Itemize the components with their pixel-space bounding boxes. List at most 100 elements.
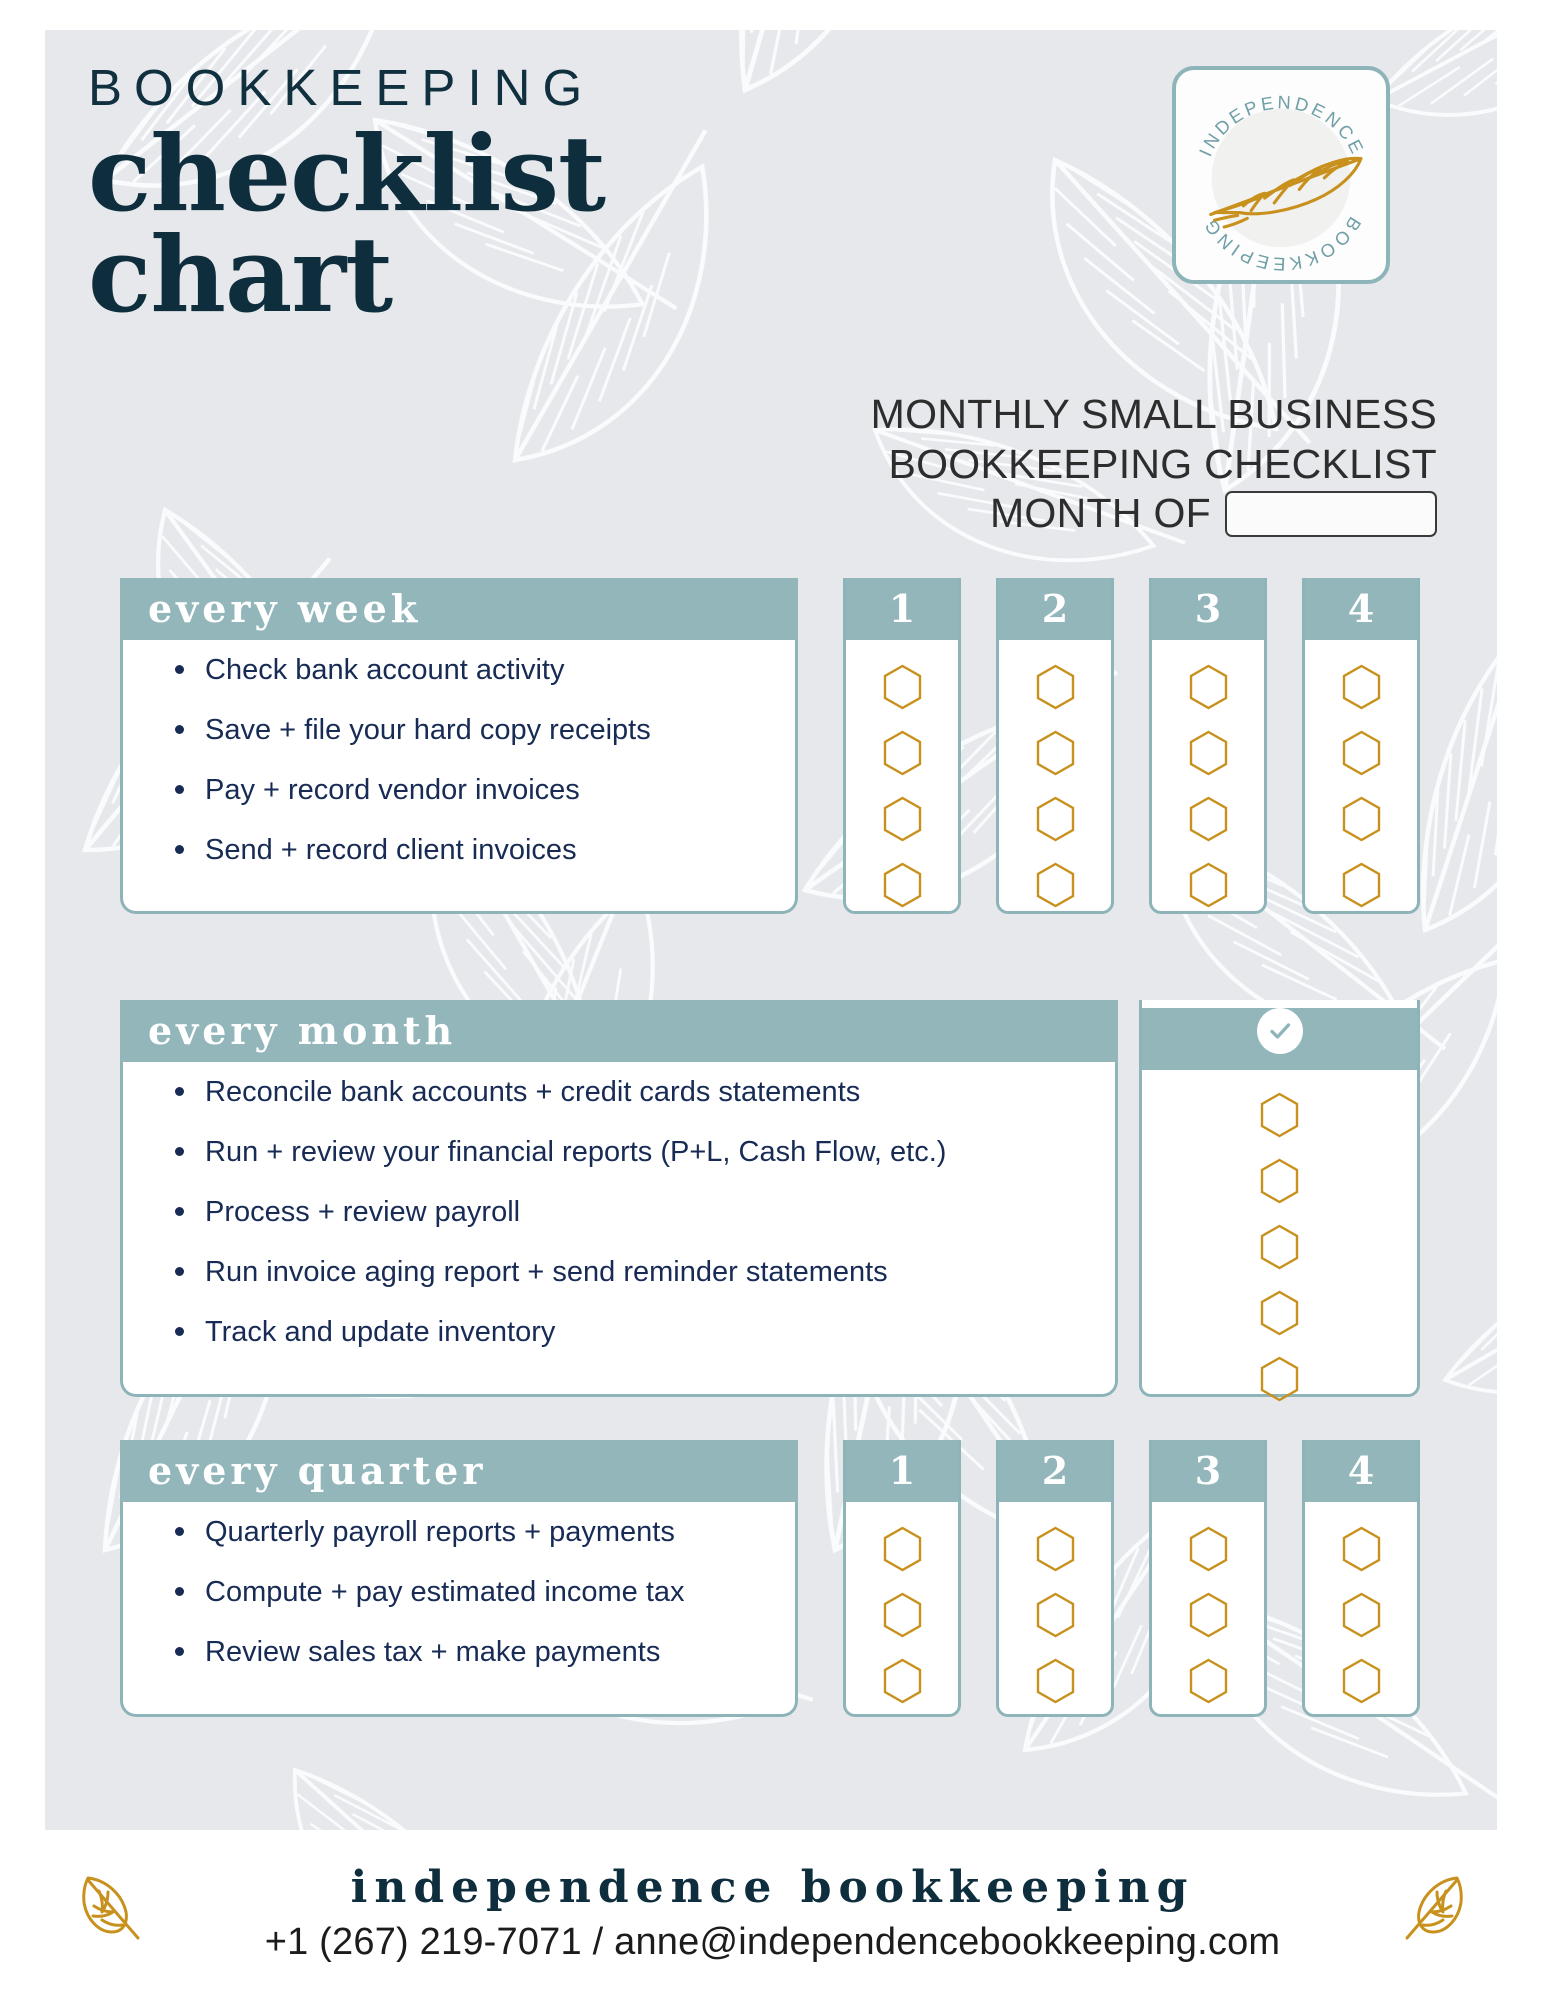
checkbox-hex[interactable] [882,1658,923,1704]
logo-icon: INDEPENDENCE BOOKKEEPING [1194,91,1366,275]
checkbox-hex[interactable] [1341,730,1382,776]
task-list-every-week: Check bank account activity Save + file … [123,640,795,887]
feather-icon-right [1399,1868,1473,1957]
checkbox-hex[interactable] [1259,1356,1300,1402]
title-kicker: BOOKKEEPING [88,59,595,116]
subtitle-block: MONTHLY SMALL BUSINESS BOOKKEEPING CHECK… [737,390,1437,539]
section-title-every-quarter: every quarter [120,1440,798,1502]
logo-badge: INDEPENDENCE BOOKKEEPING [1172,66,1390,284]
quarter-column-header-4: 4 [1305,1440,1417,1502]
list-item: Compute + pay estimated income tax [175,1578,795,1607]
week-column-header-4: 4 [1305,578,1417,640]
checkbox-hex[interactable] [1341,664,1382,710]
list-item: Run + review your financial reports (P+L… [175,1138,1115,1167]
checkbox-hex[interactable] [882,1592,923,1638]
quarter-column-body-1 [846,1502,958,1704]
checkbox-hex[interactable] [882,796,923,842]
checkbox-hex[interactable] [1035,1526,1076,1572]
section-every-month: every month Reconcile bank accounts + cr… [120,1000,1118,1397]
footer-brand: independence bookkeeping [350,1862,1195,1913]
checkbox-hex[interactable] [1035,664,1076,710]
list-item: Quarterly payroll reports + payments [175,1518,795,1547]
checkbox-hex[interactable] [1188,1526,1229,1572]
section-title-every-month: every month [120,1000,1118,1062]
quarter-column-body-4 [1305,1502,1417,1704]
week-column-header-3: 3 [1152,578,1264,640]
checkbox-hex[interactable] [1035,730,1076,776]
week-column-body-3 [1152,640,1264,908]
checkbox-hex[interactable] [882,1526,923,1572]
footer-contact[interactable]: +1 (267) 219-7071 / anne@independenceboo… [0,1921,1545,1964]
list-item: Review sales tax + make payments [175,1638,795,1667]
checkbox-hex[interactable] [1188,1592,1229,1638]
page-title: BOOKKEEPING checklist chart [88,59,606,336]
checkbox-hex[interactable] [1341,1658,1382,1704]
headline-line-2: chart [88,212,393,336]
week-column-2: 2 [996,578,1114,914]
checkbox-hex[interactable] [1259,1290,1300,1336]
task-card-every-month: Reconcile bank accounts + credit cards s… [120,1062,1118,1397]
checkbox-hex[interactable] [1259,1224,1300,1270]
list-item: Run invoice aging report + send reminder… [175,1258,1115,1287]
task-list-every-month: Reconcile bank accounts + credit cards s… [123,1062,1115,1369]
section-every-week: every week Check bank account activity S… [120,578,798,914]
checkbox-hex[interactable] [1341,1526,1382,1572]
checkbox-hex[interactable] [1188,664,1229,710]
list-item: Process + review payroll [175,1198,1115,1227]
check-circle-icon [1256,1008,1303,1054]
checkbox-hex[interactable] [1341,862,1382,908]
footer: independence bookkeeping +1 (267) 219-70… [0,1862,1545,1964]
quarter-column-1: 1 [843,1440,961,1717]
quarter-column-2: 2 [996,1440,1114,1717]
checkbox-hex[interactable] [882,862,923,908]
month-column-body [1142,1070,1417,1402]
checkbox-hex[interactable] [1341,796,1382,842]
week-column-3: 3 [1149,578,1267,914]
month-input[interactable] [1225,491,1437,538]
quarter-column-4: 4 [1302,1440,1420,1717]
list-item: Check bank account activity [175,656,795,685]
quarter-column-header-3: 3 [1152,1440,1264,1502]
checkbox-hex[interactable] [1035,862,1076,908]
checkbox-hex[interactable] [1188,862,1229,908]
checkbox-hex[interactable] [1188,730,1229,776]
list-item: Send + record client invoices [175,836,795,865]
quarter-column-body-2 [999,1502,1111,1704]
week-column-4: 4 [1302,578,1420,914]
quarter-column-header-2: 2 [999,1440,1111,1502]
week-column-header-1: 1 [846,578,958,640]
week-column-body-2 [999,640,1111,908]
list-item: Track and update inventory [175,1318,1115,1347]
week-column-body-4 [1305,640,1417,908]
quarter-column-header-1: 1 [846,1440,958,1502]
task-list-every-quarter: Quarterly payroll reports + payments Com… [123,1502,795,1689]
checkbox-hex[interactable] [882,664,923,710]
week-column-header-2: 2 [999,578,1111,640]
month-column [1139,1000,1420,1402]
checkbox-hex[interactable] [1341,1592,1382,1638]
month-column-header [1142,1008,1417,1070]
checkbox-hex[interactable] [1259,1158,1300,1204]
poster-page: BOOKKEEPING checklist chart INDEPENDENCE… [0,0,1545,2000]
checkbox-hex[interactable] [1188,796,1229,842]
checkbox-hex[interactable] [1259,1092,1300,1138]
subtitle-line-2: BOOKKEEPING CHECKLIST [888,440,1437,487]
subtitle-line-3: MONTH OF [989,490,1211,537]
quarter-column-body-3 [1152,1502,1264,1704]
section-title-every-week: every week [120,578,798,640]
checkbox-hex[interactable] [1035,1592,1076,1638]
title-headline: checklist chart [88,122,606,336]
checkbox-hex[interactable] [882,730,923,776]
checkbox-hex[interactable] [1035,1658,1076,1704]
list-item: Save + file your hard copy receipts [175,716,795,745]
list-item: Pay + record vendor invoices [175,776,795,805]
checkbox-hex[interactable] [1188,1658,1229,1704]
list-item: Reconcile bank accounts + credit cards s… [175,1078,1115,1107]
task-card-every-quarter: Quarterly payroll reports + payments Com… [120,1502,798,1717]
task-card-every-week: Check bank account activity Save + file … [120,640,798,914]
checkbox-hex[interactable] [1035,796,1076,842]
week-column-1: 1 [843,578,961,914]
feather-icon-left [72,1868,146,1957]
month-of-row: MONTH OF [737,489,1437,539]
week-column-body-1 [846,640,958,908]
